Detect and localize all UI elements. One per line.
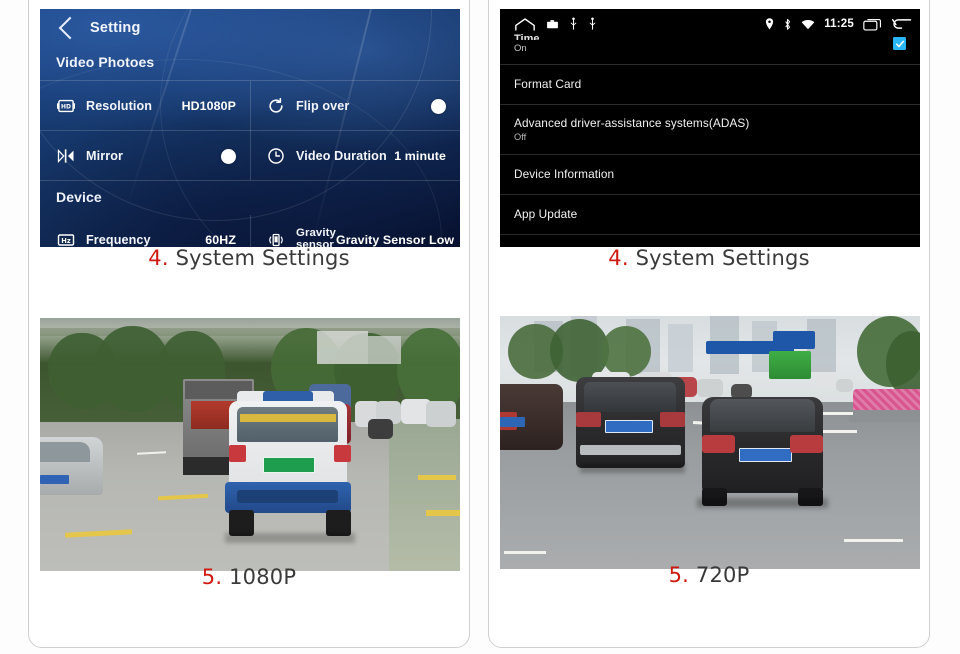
setting-row-resolution[interactable]: HD Resolution HD1080P xyxy=(40,81,250,131)
clock-icon xyxy=(268,148,284,164)
camera-icon xyxy=(547,19,558,28)
setting-row-mirror[interactable]: Mirror xyxy=(40,131,250,181)
wifi-icon xyxy=(801,19,815,29)
bluetooth-icon xyxy=(785,18,791,30)
setting-value: 60HZ xyxy=(205,233,236,247)
settings-header: Setting xyxy=(40,13,141,43)
left-caption-system-settings: 4. System Settings xyxy=(29,246,469,270)
section-header-device: Device xyxy=(56,189,102,205)
status-bar: 11:25 xyxy=(500,9,920,39)
hd-icon: HD xyxy=(57,99,75,113)
setting-label: Gravity sensor xyxy=(296,227,336,247)
setting-label: Video Duration xyxy=(296,149,387,163)
setting-row-gravity-sensor[interactable]: Gravity sensor Gravity Sensor Low xyxy=(250,215,460,247)
section-header-video-photoes: Video Photoes xyxy=(56,54,155,70)
caption-number: 4. xyxy=(608,246,629,270)
setting-label: Mirror xyxy=(86,149,123,163)
flip-rotate-icon xyxy=(269,97,283,113)
right-photo-720p xyxy=(500,316,920,569)
clipped-row-subtitle: On xyxy=(514,43,527,54)
caption-text: System Settings xyxy=(175,246,350,270)
left-photo-1080p xyxy=(40,318,460,571)
caption-text: 1080P xyxy=(229,565,297,589)
recents-icon[interactable] xyxy=(863,18,882,31)
location-icon xyxy=(766,18,774,30)
svg-text:HD: HD xyxy=(61,104,71,111)
page-root: Setting Video Photoes Device HD Resoluti… xyxy=(0,0,960,654)
settings-title: Setting xyxy=(90,20,141,36)
caption-number: 4. xyxy=(148,246,169,270)
setting-label: Flip over xyxy=(296,99,350,113)
mirror-toggle[interactable] xyxy=(221,148,236,164)
setting-row-flip-over[interactable]: Flip over xyxy=(250,81,460,131)
setting-value: 1 minute xyxy=(394,149,446,163)
list-item-title: Advanced driver-assistance systems(ADAS) xyxy=(514,115,750,130)
list-item-app-update[interactable]: App Update xyxy=(500,194,920,234)
caption-text: 720P xyxy=(695,563,750,587)
list-item-title: Format Card xyxy=(514,77,582,92)
setting-label: Frequency xyxy=(86,233,151,247)
settings-list: Format Card Advanced driver-assistance s… xyxy=(500,64,920,247)
setting-row-frequency[interactable]: Hz Frequency 60HZ xyxy=(40,215,250,247)
clipped-time-row[interactable]: Time On xyxy=(514,33,539,61)
home-icon xyxy=(515,17,535,30)
gravity-sensor-icon xyxy=(269,233,283,247)
list-item-adas[interactable]: Advanced driver-assistance systems(ADAS)… xyxy=(500,104,920,154)
checkbox-checked-icon[interactable] xyxy=(893,37,906,50)
setting-value: HD1080P xyxy=(181,99,236,113)
left-card: Setting Video Photoes Device HD Resoluti… xyxy=(28,0,470,648)
setting-value: Gravity Sensor Low xyxy=(335,233,455,247)
list-item-format-card[interactable]: Format Card xyxy=(500,64,920,104)
list-item-device-information[interactable]: Device Information xyxy=(500,154,920,194)
right-caption-system-settings: 4. System Settings xyxy=(489,246,929,270)
left-device-screen: Setting Video Photoes Device HD Resoluti… xyxy=(40,9,460,247)
flip-over-toggle[interactable] xyxy=(431,98,446,114)
back-arrow-icon[interactable] xyxy=(891,17,912,31)
clipped-row-title: Time xyxy=(514,33,540,40)
hz-icon: Hz xyxy=(57,234,75,246)
status-bar-time: 11:25 xyxy=(824,18,854,30)
mirror-icon xyxy=(57,149,74,163)
list-item-title: App Update xyxy=(514,207,578,222)
caption-number: 5. xyxy=(201,565,223,589)
setting-row-video-duration[interactable]: Video Duration 1 minute xyxy=(250,131,460,181)
caption-text: System Settings xyxy=(635,246,810,270)
svg-text:Hz: Hz xyxy=(61,237,71,245)
list-item-title: Device Information xyxy=(514,167,615,182)
right-card: 11:25 Time On Format Card Advanced drive… xyxy=(488,0,930,648)
usb-icon xyxy=(570,17,577,30)
back-chevron-icon[interactable] xyxy=(58,16,82,40)
list-item-subtitle: Off xyxy=(514,131,527,142)
caption-number: 5. xyxy=(668,563,689,587)
right-caption-720p: 5. 720P xyxy=(489,563,929,587)
usb-icon-2 xyxy=(589,17,596,30)
left-caption-1080p: 5. 1080P xyxy=(29,565,469,589)
right-device-screen: 11:25 Time On Format Card Advanced drive… xyxy=(500,9,920,247)
setting-label: Resolution xyxy=(86,99,153,113)
